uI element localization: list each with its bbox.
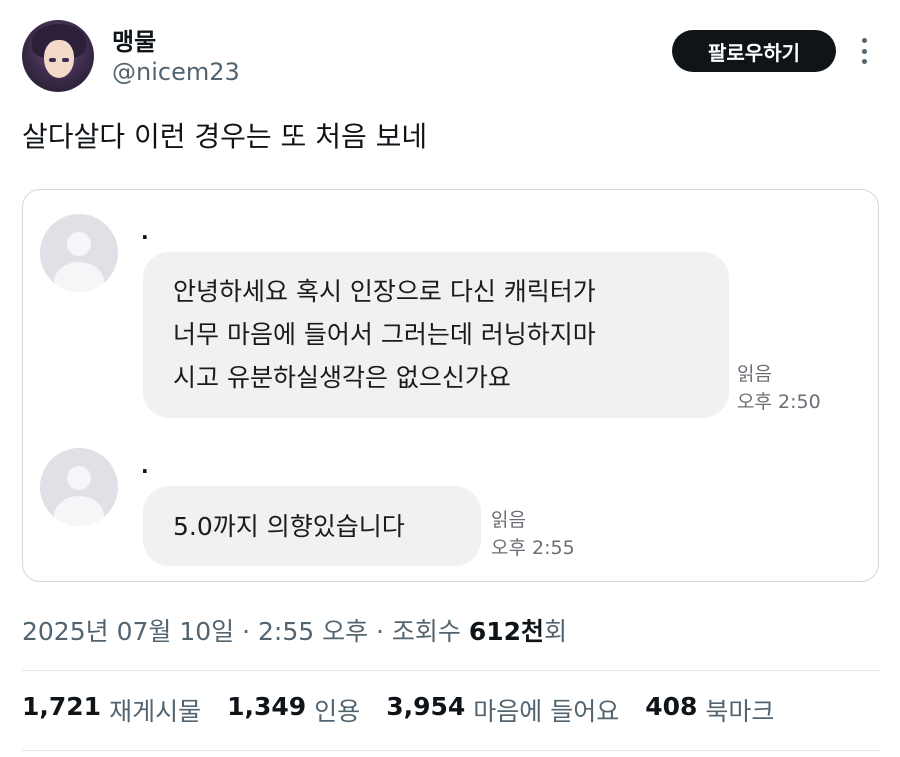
user-avatar[interactable] [22,20,94,92]
separator: · [234,617,258,646]
message-time: 오후 2:55 [491,537,575,559]
follow-button[interactable]: 팔로우하기 [672,30,836,72]
message-sender: . [141,220,149,244]
views-count: 612천 [468,617,545,646]
tweet-text: 살다살다 이런 경우는 또 처음 보네 [22,120,428,153]
engagement-stats: 1,721 재게시물 1,349 인용 3,954 마음에 들어요 408 북마… [22,692,774,728]
read-status: 읽음 [737,363,772,385]
quotes-count: 1,349 [227,692,307,721]
divider [22,750,879,751]
likes-count: 3,954 [386,692,466,721]
default-profile-icon [40,214,118,292]
message-line: 너무 마음에 들어서 그러는데 러닝하지마 [173,320,596,349]
bookmarks-label: 북마크 [705,697,775,726]
separator: · [368,617,392,646]
views-suffix: 회 [544,617,568,646]
message-meta: 읽음 오후 2:50 [737,360,821,416]
post-date[interactable]: 2025년 07월 10일 [22,617,234,646]
likes-stat[interactable]: 3,954 마음에 들어요 [386,692,619,728]
more-options-icon[interactable] [852,34,876,68]
user-handle[interactable]: @nicem23 [112,58,240,86]
message-bubble: 5.0까지 의향있습니다 [143,486,481,566]
display-name[interactable]: 맹물 [112,22,156,57]
retweets-stat[interactable]: 1,721 재게시물 [22,692,201,728]
message-line: 시고 유분하실생각은 없으신가요 [173,363,511,392]
bookmarks-count: 408 [645,692,698,721]
retweets-count: 1,721 [22,692,102,721]
quotes-stat[interactable]: 1,349 인용 [227,692,360,728]
message-bubble: 안녕하세요 혹시 인장으로 다신 캐릭터가 너무 마음에 들어서 그러는데 러닝… [143,252,729,418]
divider [22,670,879,671]
message-sender: . [141,454,149,478]
likes-label: 마음에 들어요 [473,697,620,726]
message-line: 안녕하세요 혹시 인장으로 다신 캐릭터가 [173,277,596,306]
read-status: 읽음 [491,509,526,531]
retweets-label: 재게시물 [109,697,202,726]
default-profile-icon [40,448,118,526]
tweet-timestamp: 2025년 07월 10일 · 2:55 오후 · 조회수 612천회 [22,612,567,648]
message-line: 5.0까지 의향있습니다 [173,511,405,541]
quotes-label: 인용 [314,697,361,726]
message-meta: 읽음 오후 2:55 [491,506,575,562]
avatar-eye-right [62,58,69,62]
tweet-media-image[interactable]: . 안녕하세요 혹시 인장으로 다신 캐릭터가 너무 마음에 들어서 그러는데 … [22,189,879,582]
message-time: 오후 2:50 [737,391,821,413]
avatar-eye-left [49,58,56,62]
post-time[interactable]: 2:55 오후 [258,617,368,646]
bookmarks-stat[interactable]: 408 북마크 [645,692,774,728]
views-label: 조회수 [391,617,469,646]
